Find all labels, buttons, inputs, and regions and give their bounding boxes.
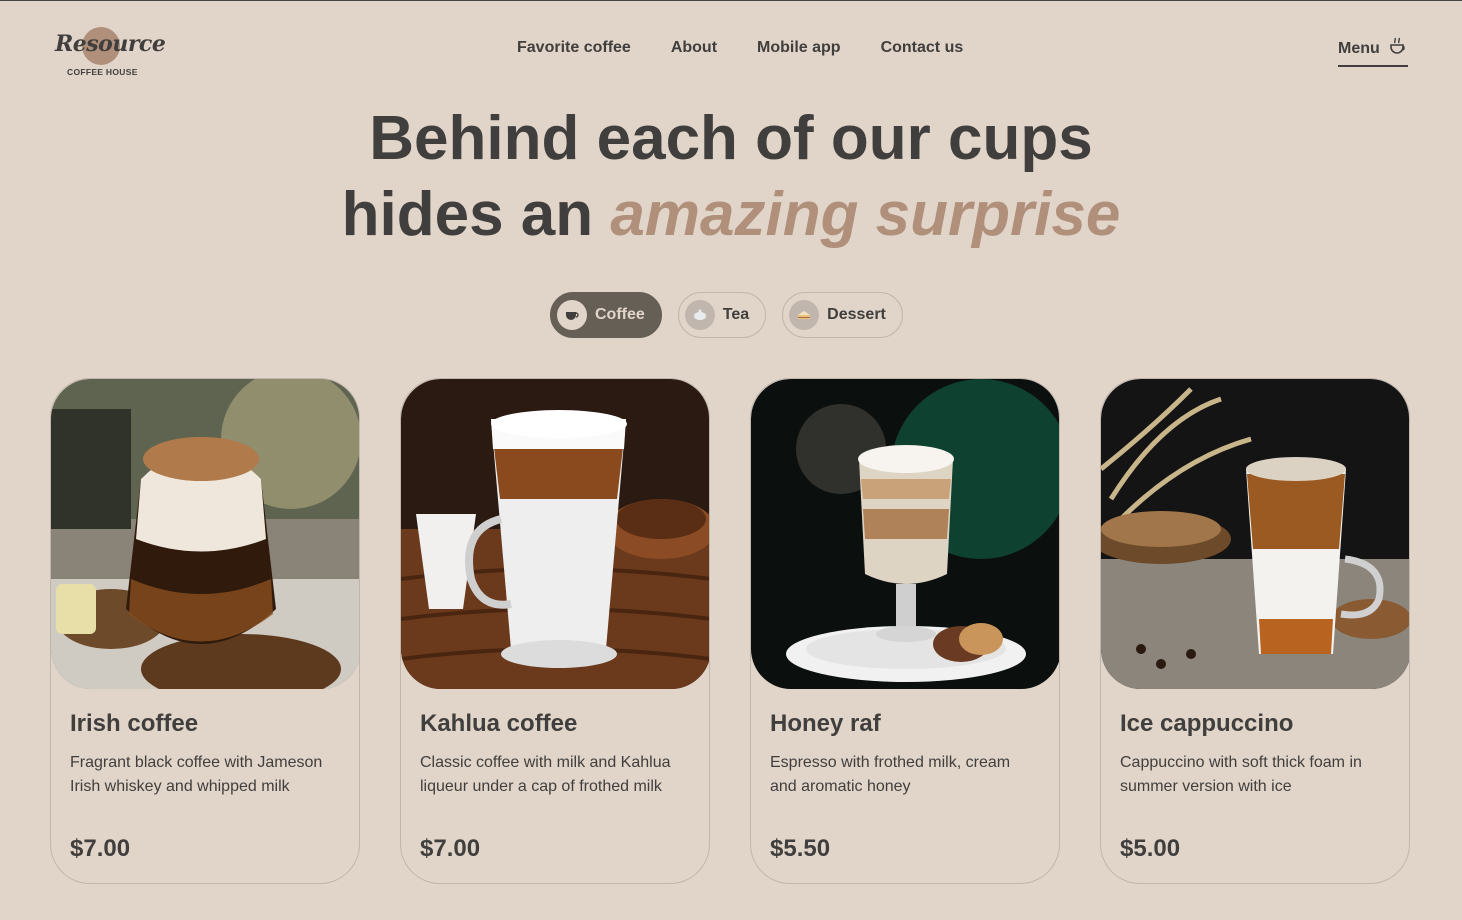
product-price: $5.50 bbox=[770, 835, 831, 862]
product-title: Irish coffee bbox=[70, 710, 199, 737]
tab-coffee[interactable]: Coffee bbox=[550, 292, 662, 338]
product-title: Kahlua coffee bbox=[420, 710, 578, 737]
product-title: Ice cappuccino bbox=[1120, 710, 1294, 737]
hero-line-2-plain: hides an bbox=[341, 180, 611, 249]
category-tabs: Coffee Tea Dessert bbox=[550, 292, 903, 338]
tab-tea[interactable]: Tea bbox=[677, 292, 767, 338]
hero-line-2-accent: amazing surprise bbox=[610, 180, 1121, 249]
product-body: Kahlua coffee Classic coffee with milk a… bbox=[420, 709, 690, 799]
tab-tea-label: Tea bbox=[722, 306, 750, 323]
product-image-honey-raf bbox=[751, 379, 1059, 689]
main-nav: Favorite coffee About Mobile app Contact… bbox=[517, 39, 963, 57]
product-description: Cappuccino with soft thick foam in summe… bbox=[1120, 754, 1362, 795]
tab-dessert-label: Dessert bbox=[827, 306, 886, 323]
nav-favorite-coffee[interactable]: Favorite coffee bbox=[517, 39, 631, 57]
product-card-irish-coffee[interactable]: Irish coffee Fragrant black coffee with … bbox=[50, 378, 360, 884]
logo[interactable]: Resource COFFEE HOUSE bbox=[55, 27, 166, 79]
hero-heading: Behind each of our cups hides an amazing… bbox=[0, 101, 1462, 253]
hero-line-1: Behind each of our cups bbox=[369, 104, 1093, 173]
product-description: Espresso with frothed milk, cream and ar… bbox=[770, 754, 1011, 795]
product-body: Ice cappuccino Cappuccino with soft thic… bbox=[1120, 709, 1390, 799]
logo-subtitle: COFFEE HOUSE bbox=[67, 67, 138, 77]
product-card-kahlua-coffee[interactable]: Kahlua coffee Classic coffee with milk a… bbox=[400, 378, 710, 884]
product-price: $7.00 bbox=[420, 835, 481, 862]
product-description: Fragrant black coffee with Jameson Irish… bbox=[70, 754, 323, 795]
nav-contact-us[interactable]: Contact us bbox=[881, 39, 964, 57]
product-image-ice-cappuccino bbox=[1101, 379, 1409, 689]
product-image-kahlua-coffee bbox=[401, 379, 709, 689]
product-price: $7.00 bbox=[70, 835, 131, 862]
coffee-icon bbox=[557, 300, 587, 330]
product-description: Classic coffee with milk and Kahlua liqu… bbox=[420, 754, 671, 795]
product-body: Honey raf Espresso with frothed milk, cr… bbox=[770, 709, 1040, 799]
logo-wordmark: Resource bbox=[55, 31, 166, 57]
tea-icon bbox=[684, 300, 715, 330]
nav-mobile-app[interactable]: Mobile app bbox=[757, 39, 841, 57]
menu-label: Menu bbox=[1338, 39, 1380, 57]
product-card-honey-raf[interactable]: Honey raf Espresso with frothed milk, cr… bbox=[750, 378, 1060, 884]
product-card-ice-cappuccino[interactable]: Ice cappuccino Cappuccino with soft thic… bbox=[1100, 378, 1410, 884]
tab-dessert[interactable]: Dessert bbox=[782, 292, 903, 338]
menu-button[interactable]: Menu bbox=[1338, 37, 1408, 67]
product-image-irish-coffee bbox=[51, 379, 359, 689]
nav-about[interactable]: About bbox=[671, 39, 717, 57]
product-grid: Irish coffee Fragrant black coffee with … bbox=[50, 378, 1410, 884]
product-price: $5.00 bbox=[1120, 835, 1181, 862]
tab-coffee-label: Coffee bbox=[595, 306, 645, 323]
product-title: Honey raf bbox=[770, 710, 881, 737]
product-body: Irish coffee Fragrant black coffee with … bbox=[70, 709, 340, 799]
site-header: Resource COFFEE HOUSE Favorite coffee Ab… bbox=[0, 1, 1462, 101]
dessert-icon bbox=[789, 300, 820, 330]
coffee-cup-icon bbox=[1388, 37, 1408, 60]
